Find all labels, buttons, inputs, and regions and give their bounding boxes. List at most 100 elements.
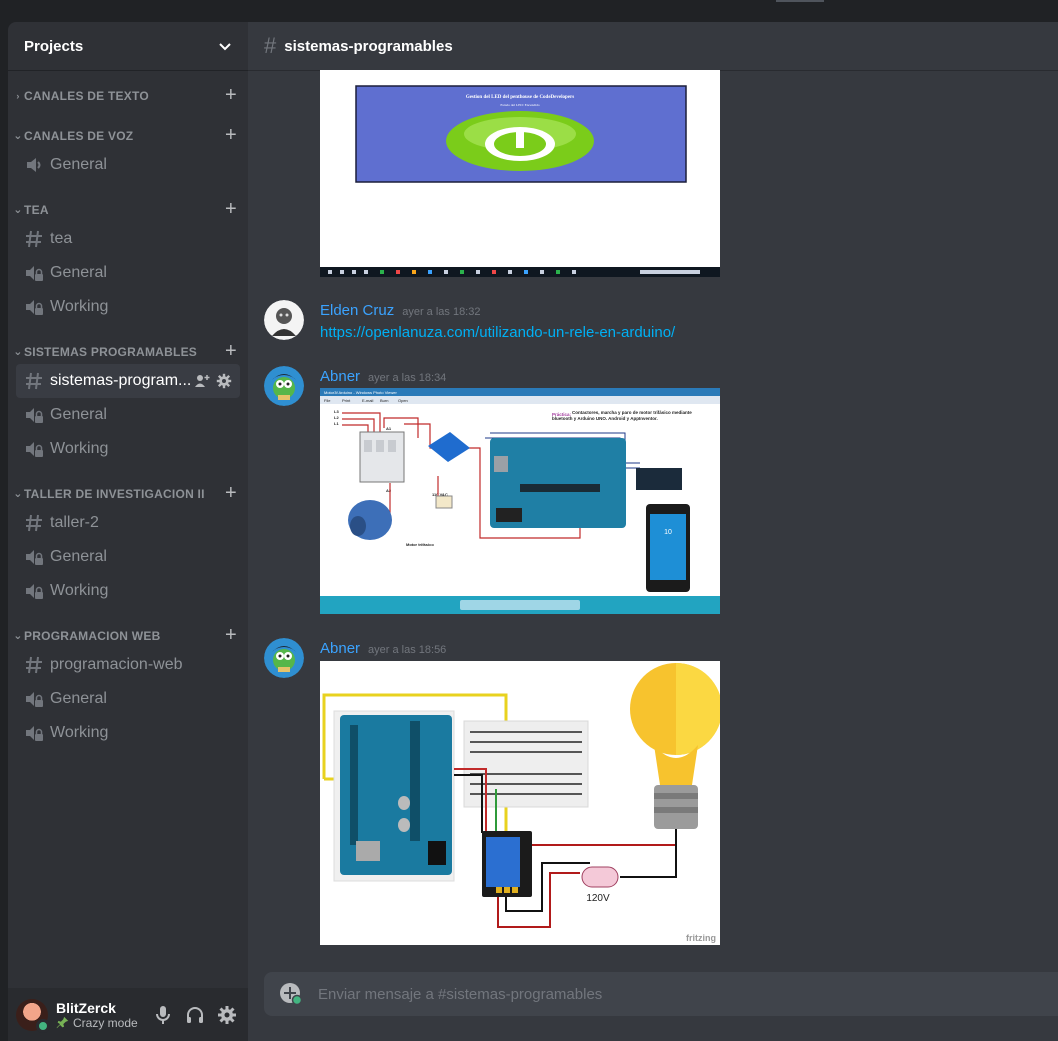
channel-item[interactable]: Working — [16, 574, 240, 608]
invite-user-icon[interactable] — [194, 373, 210, 389]
headphones-button[interactable] — [182, 999, 208, 1031]
chevron-down-icon — [219, 43, 231, 51]
create-channel-icon[interactable]: + — [222, 199, 240, 219]
create-channel-icon[interactable]: + — [222, 625, 240, 645]
category-header[interactable]: ⌄ CANALES DE VOZ + — [8, 124, 248, 148]
practice-text: Contactores, marcha y paro de motor trif… — [552, 410, 692, 421]
locked-speaker-icon — [24, 297, 44, 317]
message-composer — [264, 972, 1058, 1016]
category-header[interactable]: › CANALES DE TEXTO + — [8, 84, 248, 108]
message: Abner ayer a las 18:56 120V fritzing — [248, 638, 1058, 945]
user-avatar-icon[interactable] — [264, 300, 304, 340]
locked-speaker-icon — [24, 547, 44, 567]
label-motor: Motor trifásico — [406, 542, 434, 547]
category-label: TEA — [24, 203, 49, 217]
channel-sidebar: Projects › CANALES DE TEXTO + ⌄ CANALES DE V… — [8, 22, 248, 1041]
channel-item[interactable]: Working — [16, 432, 240, 466]
message: Elden Cruz ayer a las 18:32 https://open… — [248, 300, 1058, 350]
locked-speaker-icon — [24, 723, 44, 743]
channel-item[interactable]: General — [16, 682, 240, 716]
message-author[interactable]: Abner — [320, 640, 360, 657]
locked-speaker-icon — [24, 405, 44, 425]
voltage-label: 120V — [586, 893, 610, 904]
microphone-icon — [156, 1005, 170, 1024]
user-avatar-icon[interactable] — [264, 366, 304, 406]
user-info[interactable]: BlitZerck Crazy mode — [56, 1000, 150, 1030]
phone-clock: 10 — [664, 529, 672, 536]
message-input[interactable] — [318, 985, 1042, 1003]
led-panel-title: Gestion del LED del penthouse de CodeDev… — [466, 95, 574, 100]
viewer-menu-open: Open — [398, 398, 408, 403]
server-header[interactable]: Projects — [8, 22, 248, 70]
image-attachment-led-panel[interactable]: Gestion del LED del penthouse de CodeDev… — [320, 70, 720, 277]
headphones-icon — [187, 1006, 203, 1023]
channel-label: sistemas-program... — [50, 372, 192, 389]
locked-speaker-icon — [24, 581, 44, 601]
channel-title: sistemas-programables — [284, 37, 453, 55]
image-attachment-motor-diagram[interactable]: Motor3f Arduino - Windows Photo Viewer F… — [320, 388, 720, 614]
upload-button[interactable] — [280, 983, 303, 1006]
photo-viewer-title: Motor3f Arduino - Windows Photo Viewer — [324, 390, 398, 395]
user-panel: BlitZerck Crazy mode — [8, 988, 248, 1041]
led-panel-subtitle: Estado del LED: Encendido — [500, 103, 539, 107]
label-l2: L2 — [334, 415, 339, 420]
channel-list: › CANALES DE TEXTO + ⌄ CANALES DE VOZ + Genera… — [8, 70, 248, 750]
create-channel-icon[interactable]: + — [222, 125, 240, 145]
plus-circle-icon — [280, 983, 303, 1006]
category-label: SISTEMAS PROGRAMABLES — [24, 345, 198, 359]
user-controls — [150, 999, 240, 1031]
viewer-menu-email: E-mail — [362, 398, 373, 403]
chevron-down-icon: ⌄ — [13, 130, 23, 142]
label-a2: A2 — [386, 488, 392, 493]
chevron-down-icon: ⌄ — [13, 630, 23, 642]
category-header[interactable]: ⌄ PROGRAMACION WEB + — [8, 624, 248, 648]
channel-item[interactable]: programacion-web — [16, 648, 240, 682]
motor-diagram-image: Motor3f Arduino - Windows Photo Viewer F… — [320, 388, 720, 614]
viewer-menu-print: Print — [342, 398, 351, 403]
text-channel-hash-icon — [24, 655, 44, 675]
viewer-menu-file: File — [324, 398, 331, 403]
channel-label: Working — [50, 582, 109, 599]
channel-item[interactable]: Working — [16, 290, 240, 324]
category-header[interactable]: ⌄ TALLER DE INVESTIGACION II + — [8, 482, 248, 506]
text-channel-hash-icon — [24, 371, 44, 391]
channel-item[interactable]: Working — [16, 716, 240, 750]
locked-speaker-icon — [24, 439, 44, 459]
channel-item[interactable]: General — [16, 540, 240, 574]
image-attachment-relay-diagram[interactable]: 120V fritzing — [320, 661, 720, 945]
locked-speaker-icon — [24, 689, 44, 709]
label-l1: L1 — [334, 421, 339, 426]
user-avatar[interactable] — [16, 998, 50, 1033]
title-bar-indicator — [776, 0, 824, 2]
category-header[interactable]: ⌄ SISTEMAS PROGRAMABLES + — [8, 340, 248, 364]
create-channel-icon[interactable]: + — [222, 483, 240, 503]
viewer-menu-burn: Burn — [380, 398, 388, 403]
channel-label: General — [50, 264, 107, 281]
led-panel-image: Gestion del LED del penthouse de CodeDev… — [320, 70, 720, 277]
user-avatar-icon[interactable] — [264, 638, 304, 678]
label-l3: L3 — [334, 409, 339, 414]
message-author[interactable]: Abner — [320, 368, 360, 385]
message-author[interactable]: Elden Cruz — [320, 302, 394, 319]
user-settings-button[interactable] — [214, 999, 240, 1031]
create-channel-icon[interactable]: + — [222, 341, 240, 361]
channel-item[interactable]: tea — [16, 222, 240, 256]
message-list: Gestion del LED del penthouse de CodeDev… — [248, 70, 1058, 960]
channel-actions — [194, 373, 232, 389]
channel-item[interactable]: General — [16, 256, 240, 290]
create-channel-icon[interactable]: + — [222, 85, 240, 105]
channel-item[interactable]: sistemas-program... — [16, 364, 240, 398]
message: Abner ayer a las 18:34 Motor3f Arduino -… — [248, 366, 1058, 616]
channel-item[interactable]: taller-2 — [16, 506, 240, 540]
message-link[interactable]: https://openlanuza.com/utilizando-un-rel… — [320, 324, 675, 341]
microphone-button[interactable] — [150, 999, 176, 1031]
online-status-icon — [36, 1018, 50, 1033]
channel-item[interactable]: General — [16, 148, 240, 182]
category-header[interactable]: ⌄ TEA + — [8, 198, 248, 222]
fritzing-watermark: fritzing — [686, 933, 716, 943]
gear-icon — [218, 1005, 236, 1024]
gear-icon[interactable] — [216, 373, 232, 389]
custom-status: Crazy mode — [56, 1016, 150, 1030]
channel-item[interactable]: General — [16, 398, 240, 432]
channel-label: Working — [50, 298, 109, 315]
